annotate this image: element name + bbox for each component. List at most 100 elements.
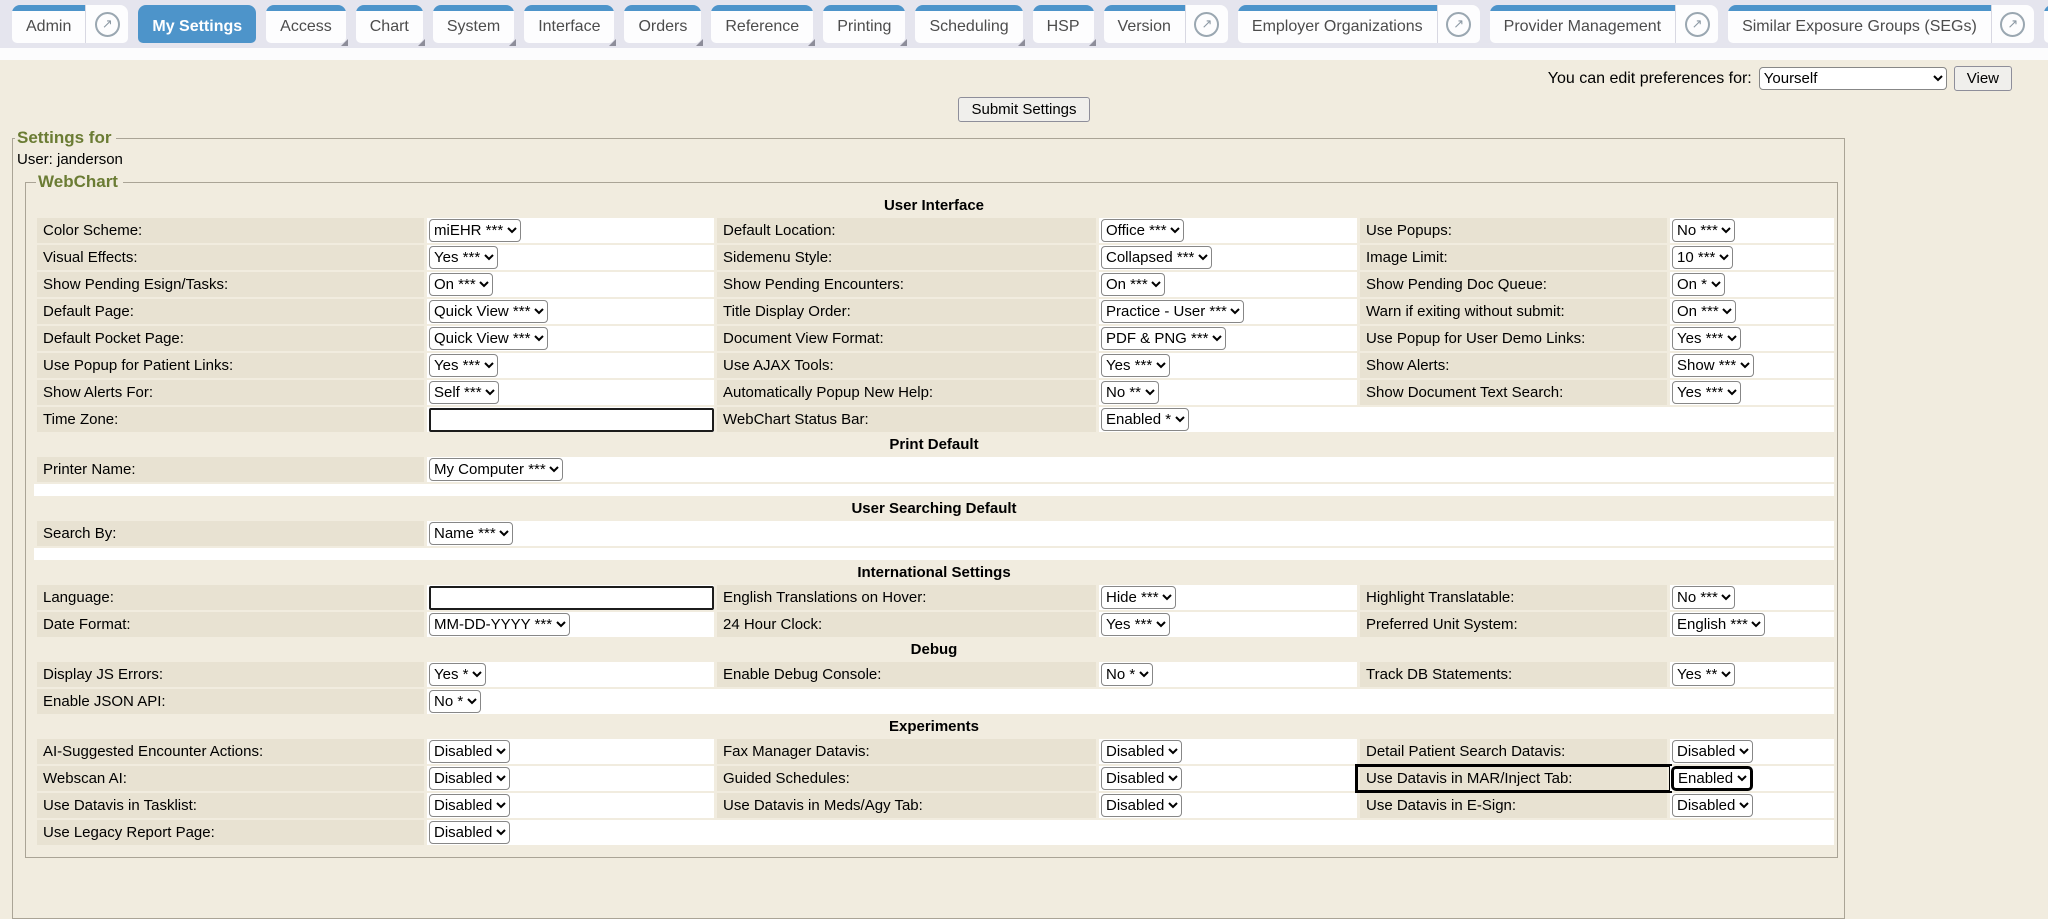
tab-hsp[interactable]: HSP — [1033, 5, 1094, 43]
setting-select-use-legacy-report-page[interactable]: Disabled — [429, 821, 510, 844]
empty-cell — [1357, 521, 1670, 546]
tab-my-settings[interactable]: My Settings — [138, 5, 256, 43]
view-button[interactable]: View — [1954, 66, 2012, 91]
setting-select-printer-name[interactable]: My Computer *** — [429, 458, 563, 481]
tab-label: Employer Organizations — [1238, 5, 1437, 43]
setting-select-automatically-popup-new-help[interactable]: No ** — [1101, 381, 1159, 404]
setting-select-enable-debug-console[interactable]: No * — [1101, 663, 1153, 686]
setting-select-use-popup-for-user-demo-links[interactable]: Yes *** — [1672, 327, 1741, 350]
setting-select-guided-schedules[interactable]: Disabled — [1101, 767, 1182, 790]
setting-select-color-scheme[interactable]: miEHR *** — [429, 219, 521, 242]
setting-select-detail-patient-search-datavis[interactable]: Disabled — [1672, 740, 1753, 763]
empty-cell — [1357, 820, 1670, 845]
external-link-icon[interactable]: ↗ — [1185, 5, 1228, 43]
setting-select-use-ajax-tools[interactable]: Yes *** — [1101, 354, 1170, 377]
external-link-icon[interactable]: ↗ — [1437, 5, 1480, 43]
external-link-icon[interactable]: ↗ — [85, 5, 128, 43]
setting-input-language[interactable] — [429, 586, 714, 610]
settings-row: Visual Effects:Yes ***Sidemenu Style:Col… — [34, 245, 1834, 270]
setting-value-cell: Disabled — [427, 739, 714, 764]
setting-select-use-datavis-in-meds-agy-tab[interactable]: Disabled — [1101, 794, 1182, 817]
setting-select-use-popups[interactable]: No *** — [1672, 219, 1735, 242]
setting-input-time-zone[interactable] — [429, 408, 714, 432]
setting-select-warn-if-exiting-without-submit[interactable]: On *** — [1672, 300, 1736, 323]
tab-interface[interactable]: Interface — [524, 5, 614, 43]
tab-system[interactable]: System — [433, 5, 514, 43]
setting-select-english-translations-on-hover[interactable]: Hide *** — [1101, 586, 1176, 609]
setting-select-show-document-text-search[interactable]: Yes *** — [1672, 381, 1741, 404]
setting-select-webscan-ai[interactable]: Disabled — [429, 767, 510, 790]
preferences-select[interactable]: Yourself — [1759, 67, 1947, 90]
tab-similar-exposure-groups-segs[interactable]: Similar Exposure Groups (SEGs)↗ — [1728, 5, 2034, 43]
setting-select-title-display-order[interactable]: Practice - User *** — [1101, 300, 1244, 323]
settings-row: Date Format:MM-DD-YYYY ***24 Hour Clock:… — [34, 612, 1834, 637]
empty-cell — [1357, 548, 1670, 560]
setting-select-show-pending-esign-tasks[interactable]: On *** — [429, 273, 493, 296]
setting-select-ai-suggested-encounter-actions[interactable]: Disabled — [429, 740, 510, 763]
setting-select-use-datavis-in-tasklist[interactable]: Disabled — [429, 794, 510, 817]
tab-version[interactable]: Version↗ — [1104, 5, 1228, 43]
setting-select-default-location[interactable]: Office *** — [1101, 219, 1184, 242]
setting-select-fax-manager-datavis[interactable]: Disabled — [1101, 740, 1182, 763]
setting-select-highlight-translatable[interactable]: No *** — [1672, 586, 1735, 609]
setting-select-default-page[interactable]: Quick View *** — [429, 300, 548, 323]
setting-value-cell: Yes *** — [427, 245, 714, 270]
submit-settings-button[interactable]: Submit Settings — [958, 97, 1089, 122]
tab-label: Similar Exposure Groups (SEGs) — [1728, 5, 1991, 43]
empty-cell — [1099, 521, 1357, 546]
tab-printing[interactable]: Printing — [823, 5, 905, 43]
tab-employer-organizations[interactable]: Employer Organizations↗ — [1238, 5, 1480, 43]
setting-value-cell — [427, 407, 714, 432]
tab-admin[interactable]: Admin↗ — [12, 5, 128, 43]
setting-select-show-alerts[interactable]: Show *** — [1672, 354, 1754, 377]
empty-cell — [714, 457, 1099, 482]
tab-access[interactable]: Access — [266, 5, 346, 43]
tab-bar-divider — [0, 48, 2048, 60]
external-link-icon[interactable]: ↗ — [1991, 5, 2034, 43]
setting-select-preferred-unit-system[interactable]: English *** — [1672, 613, 1765, 636]
settings-row: Show Pending Esign/Tasks:On ***Show Pend… — [34, 272, 1834, 297]
tab-reference[interactable]: Reference — [711, 5, 813, 43]
preferences-label: You can edit preferences for: — [1548, 70, 1752, 88]
setting-select-use-popup-for-patient-links[interactable]: Yes *** — [429, 354, 498, 377]
setting-select-date-format[interactable]: MM-DD-YYYY *** — [429, 613, 570, 636]
setting-select-sidemenu-style[interactable]: Collapsed *** — [1101, 246, 1212, 269]
setting-label-default-location: Default Location: — [714, 218, 1099, 243]
setting-select-show-alerts-for[interactable]: Self *** — [429, 381, 499, 404]
settings-row: Use Datavis in Tasklist:DisabledUse Data… — [34, 793, 1834, 818]
external-link-icon[interactable]: ↗ — [1675, 5, 1718, 43]
tab-chart[interactable]: Chart — [356, 5, 423, 43]
setting-value-cell: Yes *** — [1670, 326, 1834, 351]
setting-select-show-pending-doc-queue[interactable]: On * — [1672, 273, 1725, 296]
setting-select-search-by[interactable]: Name *** — [429, 522, 513, 545]
settings-row: Printer Name:My Computer *** — [34, 457, 1834, 482]
setting-select-use-datavis-in-mar-inject-tab[interactable]: Enabled — [1672, 767, 1752, 790]
setting-select-track-db-statements[interactable]: Yes ** — [1672, 663, 1735, 686]
settings-row: Show Alerts For:Self ***Automatically Po… — [34, 380, 1834, 405]
setting-select-image-limit[interactable]: 10 *** — [1672, 246, 1733, 269]
setting-value-cell: miEHR *** — [427, 218, 714, 243]
settings-row: AI-Suggested Encounter Actions:DisabledF… — [34, 739, 1834, 764]
setting-select-enable-json-api[interactable]: No * — [429, 690, 481, 713]
setting-select-webchart-status-bar[interactable]: Enabled * — [1101, 408, 1189, 431]
webchart-legend: WebChart — [36, 172, 123, 192]
setting-value-cell: Hide *** — [1099, 585, 1357, 610]
setting-value-cell: Quick View *** — [427, 326, 714, 351]
empty-cell — [1670, 484, 1834, 496]
tab-work-locations[interactable]: Work Locations↗ — [2044, 5, 2048, 43]
settings-row: Display JS Errors:Yes *Enable Debug Cons… — [34, 662, 1834, 687]
tab-provider-management[interactable]: Provider Management↗ — [1490, 5, 1718, 43]
setting-select-show-pending-encounters[interactable]: On *** — [1101, 273, 1165, 296]
setting-select-use-datavis-in-e-sign[interactable]: Disabled — [1672, 794, 1753, 817]
setting-value-cell: Yes *** — [1099, 353, 1357, 378]
tab-scheduling[interactable]: Scheduling — [915, 5, 1022, 43]
setting-label-default-pocket-page: Default Pocket Page: — [34, 326, 427, 351]
setting-select-24-hour-clock[interactable]: Yes *** — [1101, 613, 1170, 636]
setting-select-document-view-format[interactable]: PDF & PNG *** — [1101, 327, 1226, 350]
setting-select-display-js-errors[interactable]: Yes * — [429, 663, 486, 686]
setting-label-show-pending-doc-queue: Show Pending Doc Queue: — [1357, 272, 1670, 297]
tab-orders[interactable]: Orders — [624, 5, 701, 43]
setting-select-visual-effects[interactable]: Yes *** — [429, 246, 498, 269]
setting-label-document-view-format: Document View Format: — [714, 326, 1099, 351]
setting-select-default-pocket-page[interactable]: Quick View *** — [429, 327, 548, 350]
